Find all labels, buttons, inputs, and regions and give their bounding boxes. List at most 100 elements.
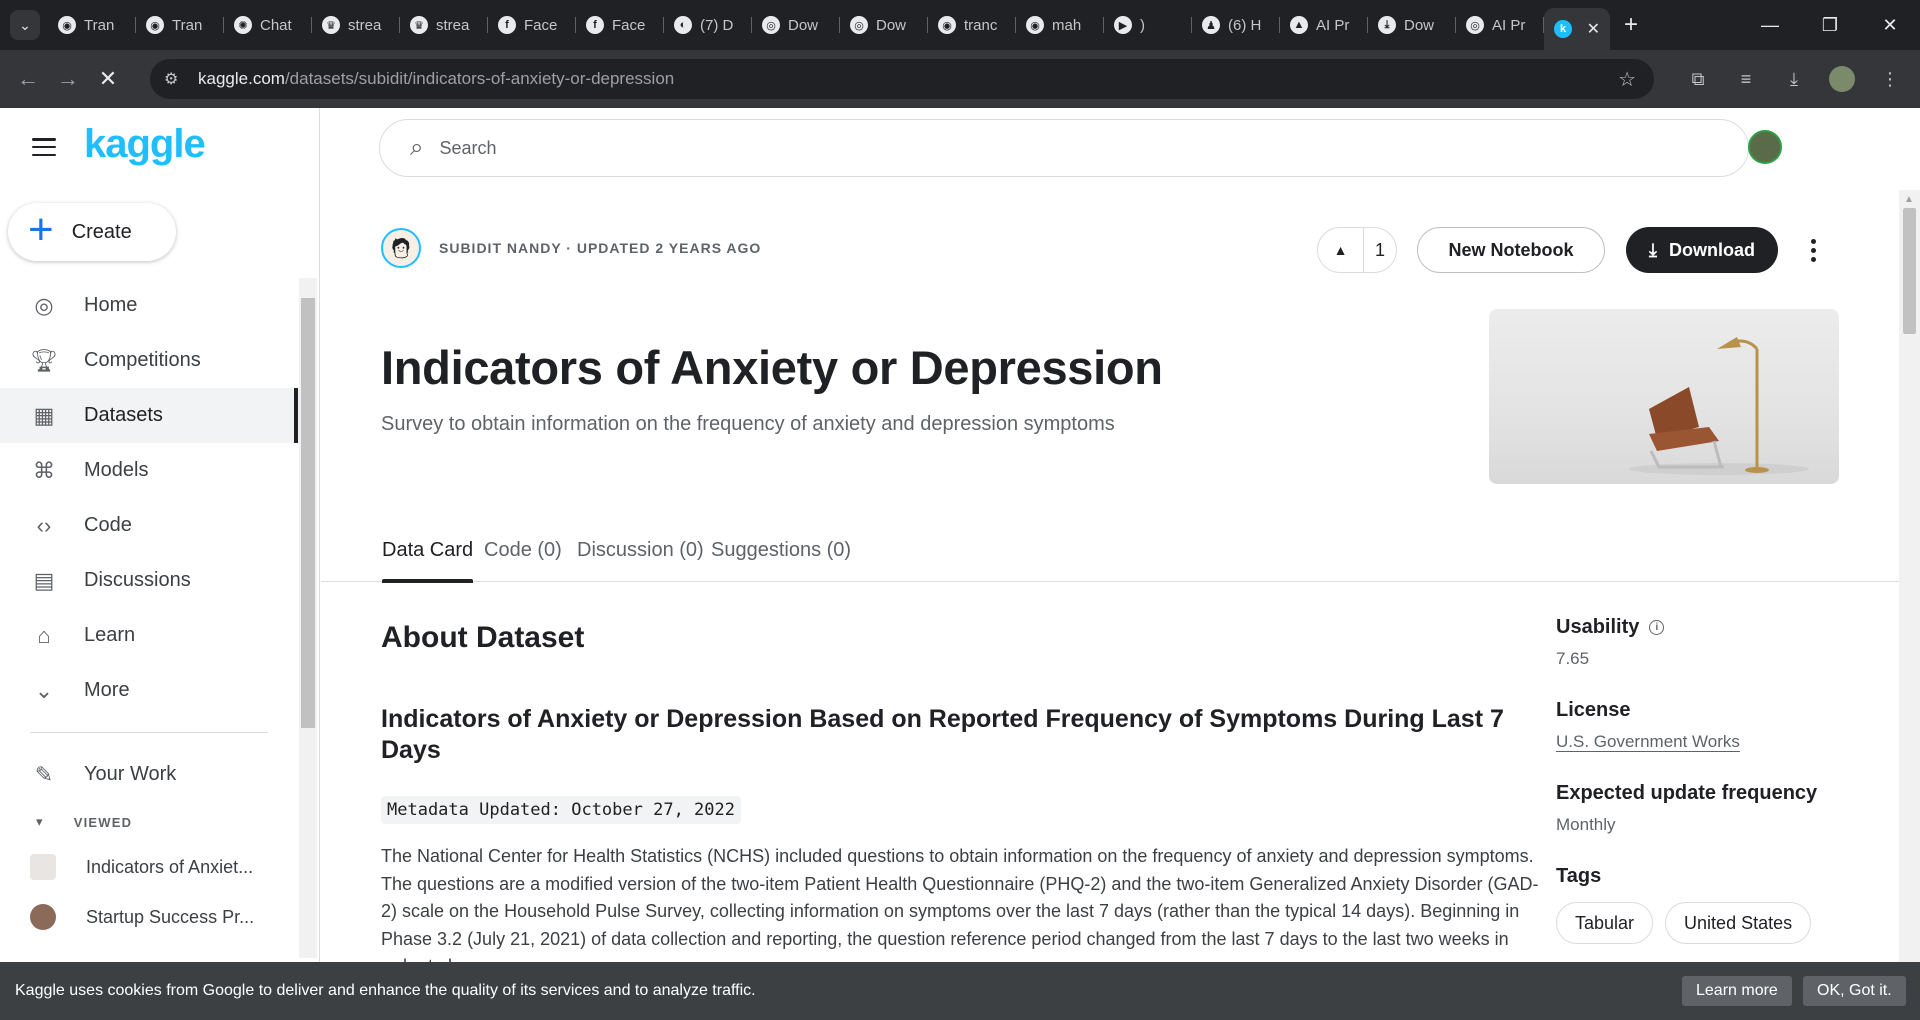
new-tab-button[interactable]: + [1624, 11, 1638, 39]
license-link[interactable]: U.S. Government Works [1556, 732, 1740, 752]
main-scrollbar[interactable]: ▲ [1899, 190, 1920, 962]
close-tab-icon[interactable]: ✕ [1587, 19, 1600, 39]
downloads-icon[interactable]: ⤓ [1774, 59, 1814, 99]
globe-icon: ◎ [762, 16, 780, 34]
tag-chip[interactable]: Tabular [1556, 902, 1654, 944]
recent-thumbnail [30, 904, 56, 930]
stop-loading-icon[interactable]: ✕ [88, 59, 128, 99]
caret-down-icon: ▾ [36, 814, 44, 829]
create-label: Create [71, 220, 132, 243]
new-notebook-button[interactable]: New Notebook [1417, 227, 1605, 273]
browser-menu-icon[interactable]: ⋮ [1870, 59, 1910, 99]
tab-code[interactable]: Code (0) [484, 518, 562, 582]
comment-icon: ▤ [33, 567, 55, 593]
sidebar-item-learn[interactable]: ⌂ Learn [0, 608, 300, 663]
plus-icon: + [28, 205, 54, 254]
back-icon[interactable]: ← [8, 59, 48, 99]
upvote-widget: ▲ 1 [1317, 227, 1397, 273]
sidebar-item-more[interactable]: ⌄ More [0, 663, 300, 718]
download-button[interactable]: ⤓ Download [1626, 227, 1778, 273]
tab-suggestions[interactable]: Suggestions (0) [711, 518, 851, 582]
sidebar-item-label: Learn [84, 624, 136, 646]
browser-tab-label: mah [1052, 16, 1082, 34]
browser-tab-label: Dow [1404, 16, 1435, 34]
sidebar-divider [30, 732, 268, 733]
recent-item[interactable]: Startup Success Pr... [0, 892, 300, 942]
browser-tab[interactable]: ◎ Dow [840, 7, 928, 43]
browser-tab-label: Face [524, 16, 558, 34]
browser-tab[interactable]: ◐ (7) D [664, 7, 752, 43]
description-paragraph: The National Center for Health Statistic… [381, 846, 1539, 962]
site-info-icon[interactable]: ⚙ [164, 69, 186, 89]
recent-item[interactable]: Indicators of Anxiet... [0, 842, 300, 892]
browser-tab[interactable]: ◎ Dow [752, 7, 840, 43]
browser-tab[interactable]: ◉ Tran [48, 7, 136, 43]
extensions-icon[interactable]: ⧉ [1678, 59, 1718, 99]
browser-tab-label: (6) H [1228, 16, 1262, 34]
user-avatar[interactable] [1748, 130, 1782, 164]
browser-tab[interactable]: ♛ strea [400, 7, 488, 43]
owner-avatar[interactable]: 🧑︎ [381, 228, 421, 268]
browser-tab[interactable]: f Face [488, 7, 576, 43]
browser-tab[interactable]: ◉ mah [1016, 7, 1104, 43]
sidebar-item-models[interactable]: ⌘ Models [0, 443, 300, 498]
browser-tab[interactable]: ◉ Tran [136, 7, 224, 43]
sidebar-item-code[interactable]: ‹› Code [0, 498, 300, 553]
kaggle-logo[interactable]: kaggle [84, 122, 206, 167]
sidebar-scrollbar[interactable] [299, 278, 317, 958]
sidebar-item-competitions[interactable]: 🏆︎ Competitions [0, 333, 300, 388]
sidebar-item-label: Models [84, 459, 149, 481]
viewed-header[interactable]: ▾ VIEWED [0, 802, 300, 842]
browser-tab-label: Chat [260, 16, 292, 34]
sidebar-item-your-work[interactable]: ✎ Your Work [0, 747, 300, 802]
edit-note-icon: ✎ [34, 761, 54, 787]
media-control-icon[interactable]: ≡ [1726, 59, 1766, 99]
browser-tab[interactable]: ◎ AI Pr [1456, 7, 1544, 43]
browser-tab-label: ) [1140, 16, 1145, 34]
tag-chip[interactable]: United States [1665, 902, 1812, 944]
bookmark-star-icon[interactable]: ☆ [1618, 67, 1636, 92]
browser-tab-label: tranc [964, 16, 998, 34]
sidebar-item-label: Competitions [84, 349, 201, 371]
browser-tab-label: Face [612, 16, 646, 34]
sidebar-item-home[interactable]: ◎ Home [0, 278, 300, 333]
browser-tab[interactable]: ▲ AI Pr [1280, 7, 1368, 43]
browser-tab[interactable]: ▶) [1104, 7, 1192, 43]
more-options-icon[interactable] [1801, 233, 1825, 267]
browser-tab[interactable]: ◉ tranc [928, 7, 1016, 43]
ok-got-it-button[interactable]: OK, Got it. [1803, 976, 1906, 1006]
tag-list: Tabular United States [1556, 902, 1856, 944]
window-controls: — ❐ ✕ [1740, 0, 1920, 50]
close-window-icon[interactable]: ✕ [1860, 0, 1920, 50]
browser-tab[interactable]: ✺ Chat [224, 7, 312, 43]
upvote-button[interactable]: ▲ [1318, 227, 1364, 273]
forward-icon[interactable]: → [48, 59, 88, 99]
minimize-icon[interactable]: — [1740, 0, 1800, 50]
learn-more-button[interactable]: Learn more [1682, 976, 1792, 1006]
facebook-icon: f [498, 16, 516, 34]
sidebar-item-datasets[interactable]: ▦ Datasets [0, 388, 300, 443]
hamburger-menu-icon[interactable] [32, 138, 56, 156]
omnibox[interactable]: ⚙ kaggle.com/datasets/subidit/indicators… [150, 59, 1654, 99]
browser-tab-label: Dow [788, 16, 819, 34]
tab-discussion[interactable]: Discussion (0) [577, 518, 704, 582]
scroll-up-icon[interactable]: ▲ [1904, 194, 1914, 205]
browser-tab[interactable]: ♛ strea [312, 7, 400, 43]
search-input[interactable]: Search [439, 138, 496, 159]
info-icon[interactable]: i [1649, 620, 1665, 635]
profile-avatar[interactable] [1822, 59, 1862, 99]
sidebar-item-discussions[interactable]: ▤ Discussions [0, 553, 300, 608]
browser-tab[interactable]: ⤓ Dow [1368, 7, 1456, 43]
browser-tab[interactable]: f Face [576, 7, 664, 43]
browser-tab-active[interactable]: k ✕ [1544, 8, 1610, 50]
browser-tab[interactable]: ♟ (6) H [1192, 7, 1280, 43]
tab-search-button[interactable]: ⌄ [10, 10, 40, 40]
tab-data-card[interactable]: Data Card [382, 518, 474, 583]
create-button[interactable]: + Create [8, 203, 176, 261]
browser-tab-label: AI Pr [1316, 16, 1350, 34]
restore-icon[interactable]: ❐ [1800, 0, 1860, 50]
chair-lamp-illustration [1629, 337, 1809, 475]
recent-item-label: Indicators of Anxiet... [86, 856, 254, 877]
url-text[interactable]: kaggle.com/datasets/subidit/indicators-o… [198, 69, 674, 89]
search-bar[interactable]: ⌕ Search [379, 119, 1749, 177]
